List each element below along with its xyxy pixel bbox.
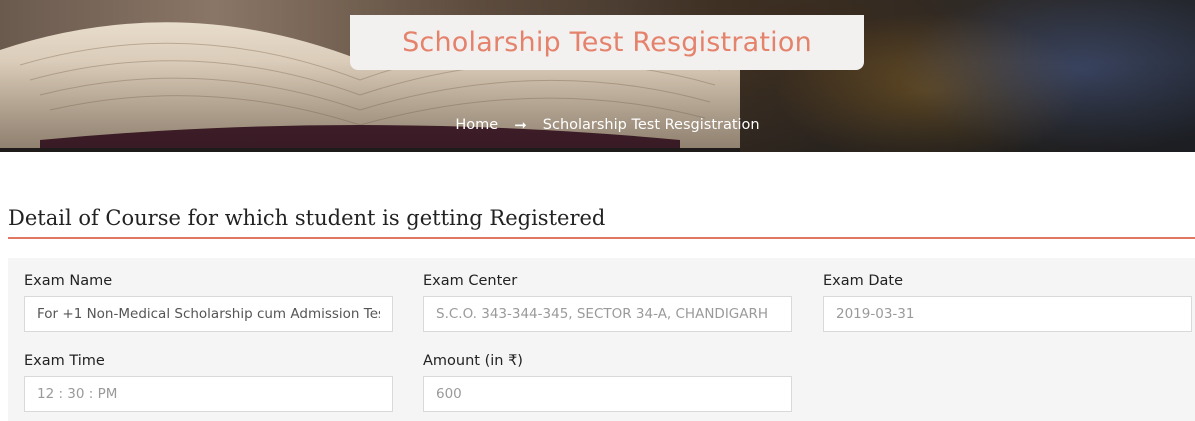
exam-date-field[interactable] (823, 296, 1192, 332)
exam-time-label: Exam Time (24, 353, 105, 369)
amount-field[interactable] (423, 376, 792, 412)
exam-name-group: Exam Name (24, 273, 393, 332)
exam-center-label: Exam Center (423, 273, 518, 289)
amount-group: Amount (in ₹) (423, 353, 792, 412)
exam-time-field[interactable] (24, 376, 393, 412)
section-heading: Detail of Course for which student is ge… (8, 204, 1195, 239)
section-heading-text: Detail of Course for which student is ge… (8, 206, 606, 230)
page-title-box: Scholarship Test Resgistration (350, 15, 864, 70)
breadcrumb-current: Scholarship Test Resgistration (542, 117, 760, 133)
arrow-right-icon: ➞ (514, 116, 527, 134)
course-details-panel: Exam Name Exam Center Exam Date Exam Tim… (8, 258, 1195, 421)
exam-time-group: Exam Time (24, 353, 393, 412)
exam-name-field[interactable] (24, 296, 393, 332)
breadcrumb: Home ➞ Scholarship Test Resgistration (0, 116, 1195, 134)
hero-banner: Scholarship Test Resgistration Home ➞ Sc… (0, 0, 1195, 152)
amount-label: Amount (in ₹) (423, 353, 523, 369)
exam-center-group: Exam Center (423, 273, 792, 332)
exam-date-group: Exam Date (823, 273, 1192, 332)
exam-center-field[interactable] (423, 296, 792, 332)
breadcrumb-home-link[interactable]: Home (455, 117, 498, 133)
page-title: Scholarship Test Resgistration (402, 27, 812, 58)
exam-date-label: Exam Date (823, 273, 904, 289)
exam-name-label: Exam Name (24, 273, 113, 289)
